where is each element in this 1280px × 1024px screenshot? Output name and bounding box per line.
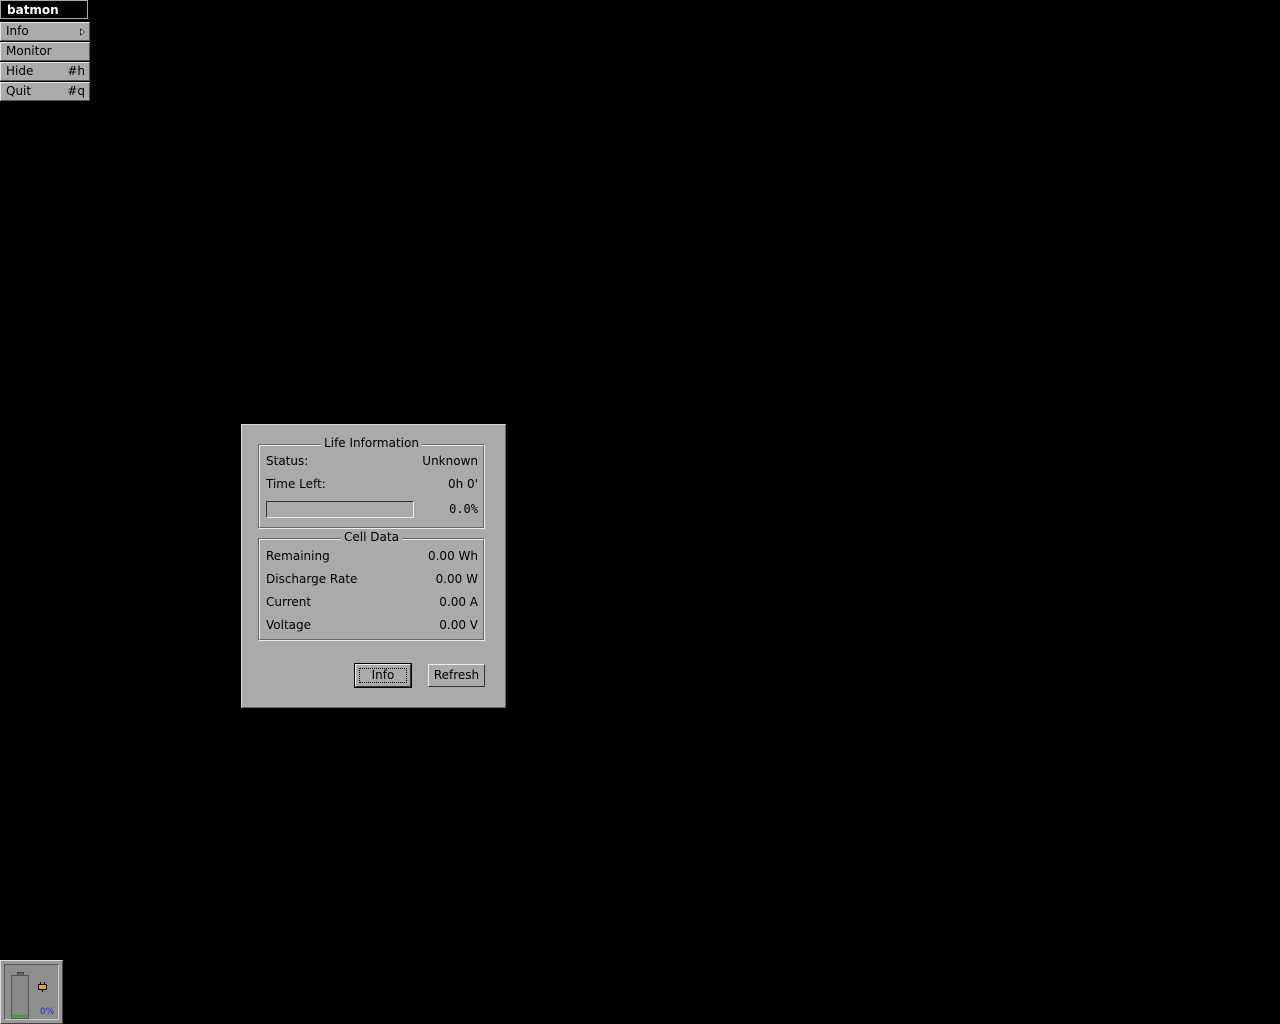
current-label: Current bbox=[266, 595, 312, 609]
battery-icon bbox=[11, 975, 29, 1019]
cell-data-title: Cell Data bbox=[341, 530, 402, 544]
life-information-title: Life Information bbox=[321, 436, 422, 450]
time-left-row: Time Left: 0h 0' bbox=[266, 476, 478, 492]
charge-progress-bar bbox=[266, 501, 414, 518]
discharge-rate-row: Discharge Rate 0.00 W bbox=[266, 571, 478, 587]
info-button[interactable]: Info bbox=[354, 663, 412, 688]
charge-percent: 0.0% bbox=[449, 502, 478, 516]
menu-item-info[interactable]: Info bbox=[0, 22, 90, 41]
discharge-rate-value: 0.00 W bbox=[435, 572, 478, 586]
remaining-value: 0.00 Wh bbox=[427, 549, 478, 563]
refresh-button[interactable]: Refresh bbox=[428, 664, 485, 687]
menu-shortcut: #h bbox=[67, 64, 85, 78]
menu-item-label: Info bbox=[6, 24, 29, 38]
menu-item-label: Quit bbox=[6, 84, 32, 98]
life-information-group: Life Information Status: Unknown Time Le… bbox=[258, 436, 485, 529]
remaining-label: Remaining bbox=[266, 549, 330, 563]
menu-item-label: Monitor bbox=[6, 44, 52, 58]
voltage-label: Voltage bbox=[266, 618, 312, 632]
status-row: Status: Unknown bbox=[266, 453, 478, 469]
current-value: 0.00 A bbox=[439, 595, 478, 609]
menu-item-quit[interactable]: Quit #q bbox=[0, 82, 90, 101]
status-label: Status: bbox=[266, 454, 309, 468]
battery-level bbox=[13, 1015, 27, 1017]
remaining-row: Remaining 0.00 Wh bbox=[266, 548, 478, 564]
voltage-row: Voltage 0.00 V bbox=[266, 617, 478, 633]
time-left-label: Time Left: bbox=[266, 477, 326, 491]
current-row: Current 0.00 A bbox=[266, 594, 478, 610]
battery-dock-app[interactable]: 0% bbox=[0, 960, 63, 1024]
menu-title[interactable]: batmon bbox=[0, 0, 88, 19]
battery-info-panel: Life Information Status: Unknown Time Le… bbox=[241, 424, 506, 708]
menu-item-label: Hide bbox=[6, 64, 34, 78]
discharge-rate-label: Discharge Rate bbox=[266, 572, 358, 586]
voltage-value: 0.00 V bbox=[439, 618, 478, 632]
dock-percent: 0% bbox=[40, 1007, 55, 1017]
menu-shortcut: #q bbox=[67, 84, 85, 98]
menu-item-monitor[interactable]: Monitor bbox=[0, 42, 90, 61]
submenu-arrow-icon bbox=[80, 28, 85, 36]
menu-item-hide[interactable]: Hide #h bbox=[0, 62, 90, 81]
power-plug-icon bbox=[38, 982, 47, 992]
cell-data-group: Cell Data Remaining 0.00 Wh Discharge Ra… bbox=[258, 530, 485, 641]
status-value: Unknown bbox=[422, 454, 478, 468]
time-left-value: 0h 0' bbox=[448, 477, 478, 491]
